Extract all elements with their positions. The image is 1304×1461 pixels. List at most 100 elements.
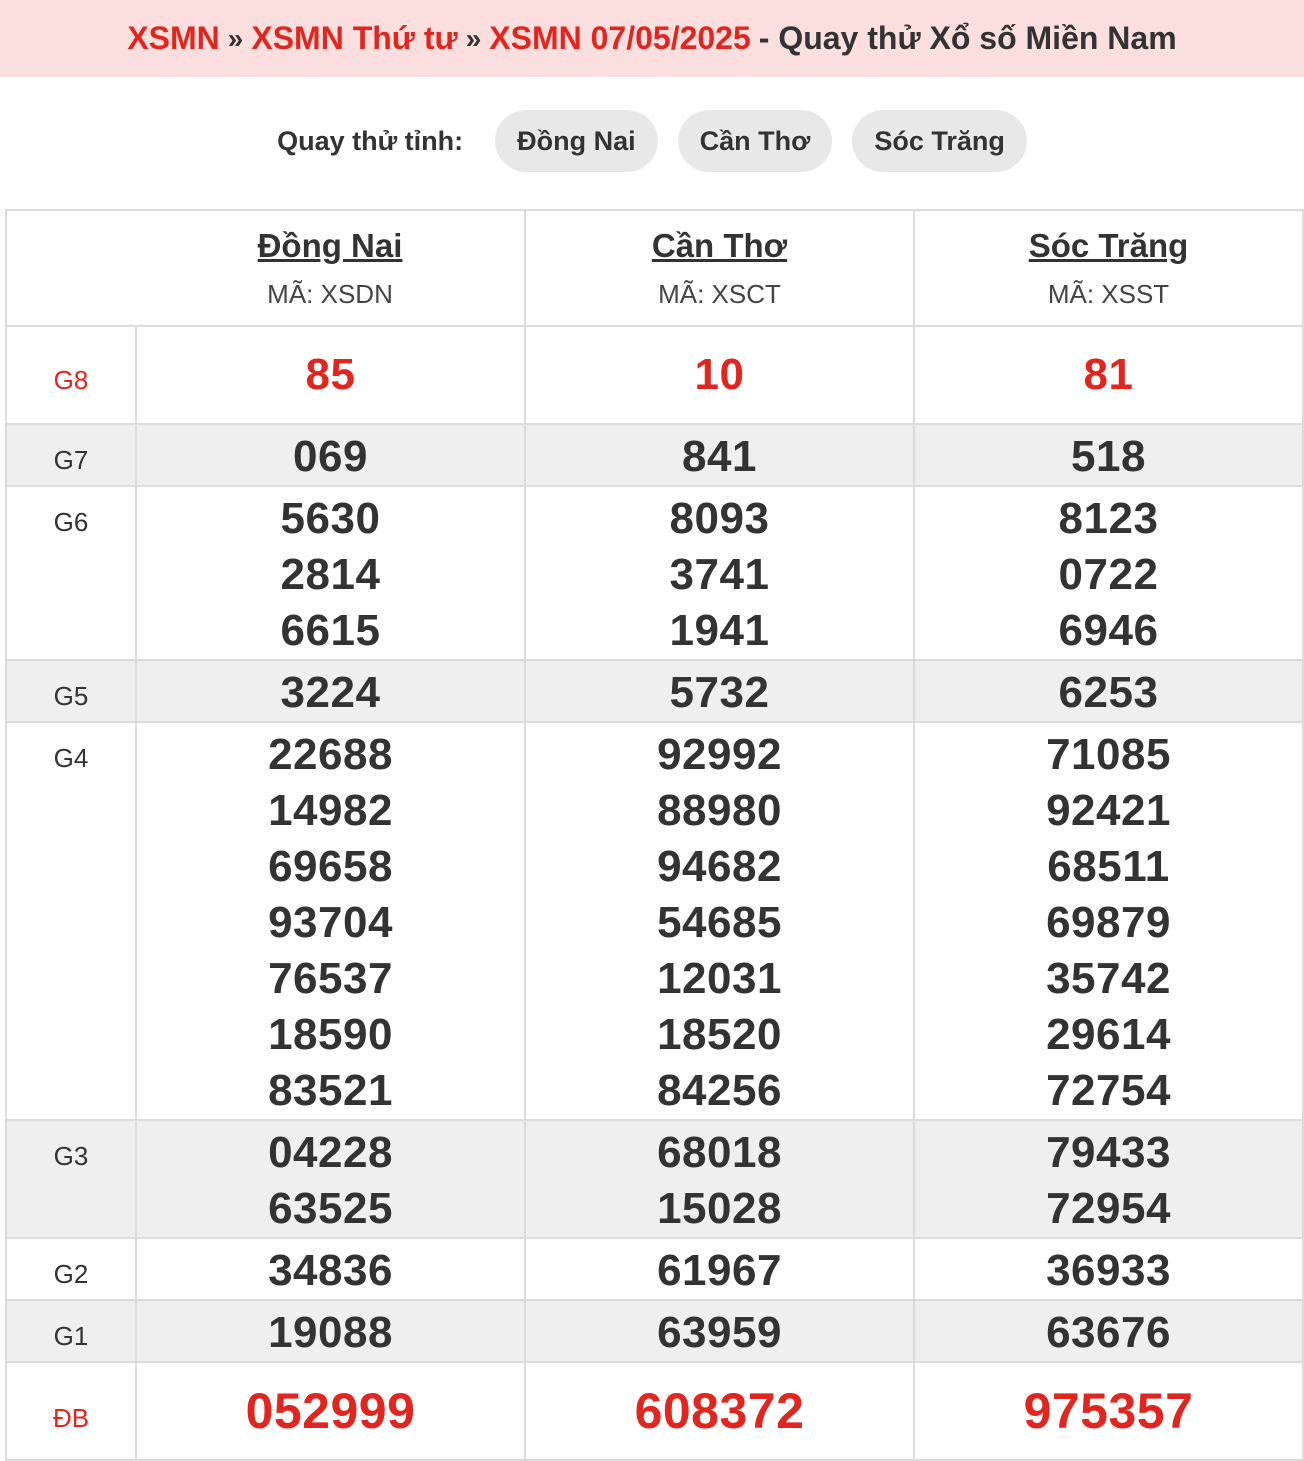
page-title: - Quay thử Xổ số Miền Nam [758, 20, 1177, 56]
prize-number: 81 [1083, 350, 1134, 399]
province-code: MÃ: XSST [1047, 278, 1170, 309]
prize-row: G5 3224 5732 6253 [5, 659, 1304, 723]
prize-label: ĐB [5, 1361, 137, 1461]
prize-row: G4 22688 14982 69658 93704 76537 18590 83521 929… [5, 721, 1304, 1121]
results-table: Đồng Nai MÃ: XSDN Cần Thơ MÃ: XSCT Sóc T… [5, 209, 1304, 1461]
prize-cell: 71085 92421 68511 69879 35742 29614 72754 [913, 721, 1304, 1121]
breadcrumb-link-xsmn[interactable]: XSMN [127, 20, 219, 57]
prize-number: 069 [293, 432, 368, 481]
prize-number: 93704 [268, 898, 393, 947]
province-button-dong-nai[interactable]: Đồng Nai [495, 110, 658, 172]
prize-number: 841 [682, 432, 757, 481]
prize-label: G7 [5, 423, 137, 487]
prize-cell: 3224 [135, 659, 526, 723]
prize-number: 69879 [1046, 898, 1171, 947]
prize-cell: 22688 14982 69658 93704 76537 18590 83521 [135, 721, 526, 1121]
prize-label: G2 [5, 1237, 137, 1301]
breadcrumb-separator: » [465, 22, 482, 54]
prize-number: 14982 [268, 786, 393, 835]
province-button-soc-trang[interactable]: Sóc Trăng [852, 110, 1027, 172]
prize-label: G4 [5, 721, 137, 1121]
prize-number: 92421 [1046, 786, 1171, 835]
prize-number: 84256 [657, 1066, 782, 1115]
prize-cell: 5732 [524, 659, 915, 723]
prize-number: 052999 [245, 1383, 416, 1439]
prize-row: G7 069 841 518 [5, 423, 1304, 487]
prize-number: 975357 [1023, 1383, 1194, 1439]
prize-cell: 85 [135, 325, 526, 425]
prize-cell: 069 [135, 423, 526, 487]
prize-number: 6946 [1058, 606, 1159, 655]
prize-cell: 81 [913, 325, 1304, 425]
header-blank-cell [5, 209, 136, 327]
prize-number: 10 [694, 350, 745, 399]
prize-number: 3224 [280, 668, 381, 717]
prize-number: 54685 [657, 898, 782, 947]
prize-cell: 5630 2814 6615 [135, 485, 526, 661]
prize-row: G1 19088 63959 63676 [5, 1299, 1304, 1363]
prize-number: 72754 [1046, 1066, 1171, 1115]
prize-label: G6 [5, 485, 137, 661]
prize-row: G2 34836 61967 36933 [5, 1237, 1304, 1301]
prize-number: 83521 [268, 1066, 393, 1115]
prize-number: 1941 [669, 606, 770, 655]
prize-number: 518 [1071, 432, 1146, 481]
prize-row: G3 04228 63525 68018 15028 79433 72954 [5, 1119, 1304, 1239]
prize-cell: 79433 72954 [913, 1119, 1304, 1239]
prize-number: 5630 [280, 494, 381, 543]
prize-cell: 8123 0722 6946 [913, 485, 1304, 661]
prize-number: 63959 [657, 1308, 782, 1357]
prize-number: 92992 [657, 730, 782, 779]
prize-cell: 63676 [913, 1299, 1304, 1363]
prize-row: ĐB 052999 608372 975357 [5, 1361, 1304, 1461]
prize-label: G3 [5, 1119, 137, 1239]
prize-label: G1 [5, 1299, 137, 1363]
prize-cell: 63959 [524, 1299, 915, 1363]
prize-number: 2814 [280, 550, 381, 599]
prize-number: 6253 [1058, 668, 1159, 717]
breadcrumb-link-weekday[interactable]: XSMN Thứ tư [251, 20, 457, 57]
prize-number: 29614 [1046, 1010, 1171, 1059]
prize-number: 3741 [669, 550, 770, 599]
prize-number: 6615 [280, 606, 381, 655]
prize-cell: 052999 [135, 1361, 526, 1461]
prize-number: 94682 [657, 842, 782, 891]
prize-cell: 518 [913, 423, 1304, 487]
prize-row: G6 5630 2814 6615 8093 3741 1941 8123 0722 6946 [5, 485, 1304, 661]
header-province-dong-nai: Đồng Nai MÃ: XSDN [136, 209, 526, 327]
prize-number: 68511 [1047, 842, 1170, 891]
prize-cell: 841 [524, 423, 915, 487]
prize-number: 19088 [268, 1308, 393, 1357]
prize-cell: 10 [524, 325, 915, 425]
prize-number: 0722 [1058, 550, 1159, 599]
prize-cell: 6253 [913, 659, 1304, 723]
prize-number: 63525 [268, 1184, 393, 1233]
prize-number: 18590 [268, 1010, 393, 1059]
province-button-can-tho[interactable]: Cần Thơ [677, 110, 833, 172]
prize-cell: 36933 [913, 1237, 1304, 1301]
prize-number: 22688 [268, 730, 393, 779]
prize-table-body: G8 85 10 81 G7 069 841 518 G6 5630 2814 6615 8093 374… [5, 325, 1304, 1461]
province-link[interactable]: Đồng Nai [136, 227, 524, 265]
prize-row: G8 85 10 81 [5, 325, 1304, 425]
prize-cell: 19088 [135, 1299, 526, 1363]
prize-number: 72954 [1046, 1184, 1171, 1233]
prize-cell: 68018 15028 [524, 1119, 915, 1239]
province-link[interactable]: Cần Thơ [526, 227, 913, 265]
prize-number: 12031 [657, 954, 782, 1003]
prize-cell: 34836 [135, 1237, 526, 1301]
quick-spin-bar: Quay thử tỉnh: Đồng Nai Cần Thơ Sóc Trăn… [0, 77, 1304, 209]
breadcrumb-link-date[interactable]: XSMN 07/05/2025 [489, 20, 751, 57]
prize-cell: 608372 [524, 1361, 915, 1461]
prize-number: 85 [305, 350, 356, 399]
province-link[interactable]: Sóc Trăng [915, 227, 1302, 265]
breadcrumb: XSMN » XSMN Thứ tư » XSMN 07/05/2025 - Q… [0, 0, 1304, 77]
quick-spin-label: Quay thử tỉnh: [277, 125, 464, 156]
prize-number: 71085 [1046, 730, 1171, 779]
prize-cell: 92992 88980 94682 54685 12031 18520 84256 [524, 721, 915, 1121]
province-code: MÃ: XSCT [658, 278, 781, 309]
prize-number: 15028 [657, 1184, 782, 1233]
prize-number: 79433 [1046, 1128, 1171, 1177]
prize-label: G8 [5, 325, 137, 425]
prize-number: 18520 [657, 1010, 782, 1059]
